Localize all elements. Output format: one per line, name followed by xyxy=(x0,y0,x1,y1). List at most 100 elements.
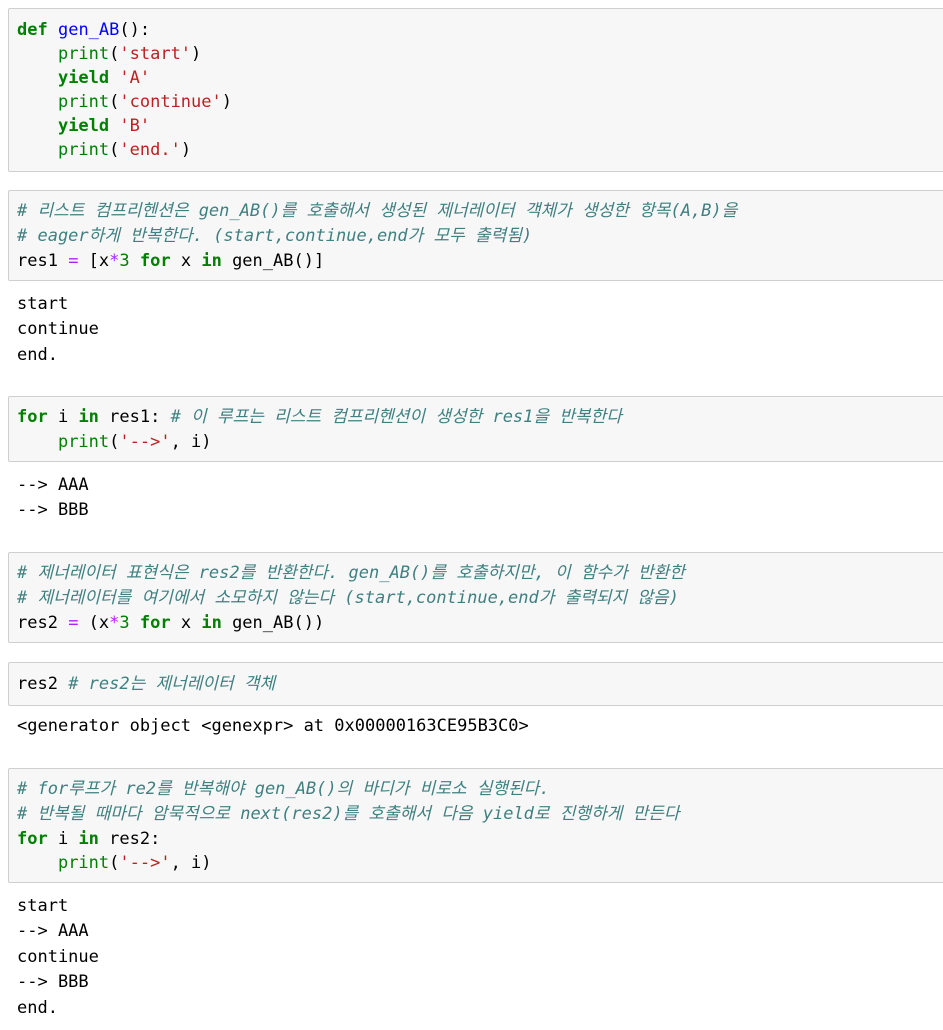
code-token: # res2는 제너레이터 객체 xyxy=(68,674,276,694)
code-token: # 반복될 때마다 암묵적으로 next(res2)를 호출해서 다음 yiel… xyxy=(17,804,680,824)
code-token: for xyxy=(139,613,171,633)
code-token: gen_AB()] xyxy=(221,251,325,271)
code-token: i xyxy=(47,829,79,849)
output-line: end. xyxy=(17,998,58,1018)
code-token: def xyxy=(17,20,48,40)
output-line: --> BBB xyxy=(17,500,89,520)
code-line: print('end.') xyxy=(17,138,191,162)
code-token: res1 xyxy=(17,251,69,271)
code-cell[interactable]: # for루프가 re2를 반복해야 gen_AB()의 바디가 비로소 실행된… xyxy=(8,768,943,883)
code-token: = xyxy=(68,613,79,633)
code-token: x xyxy=(170,251,202,271)
code-line: yield 'B' xyxy=(17,114,150,138)
code-token: gen_AB xyxy=(57,20,120,40)
code-token: print xyxy=(57,853,110,873)
code-token: gen_AB()) xyxy=(221,613,325,633)
code-token: x xyxy=(170,613,202,633)
code-token: res2: xyxy=(98,829,161,849)
code-token: 3 xyxy=(119,251,130,271)
code-token: ( xyxy=(109,140,120,160)
code-token: print xyxy=(57,432,110,452)
code-line: print('-->', i) xyxy=(17,851,212,875)
code-token: # 제너레이터 표현식은 res2를 반환한다. gen_AB()를 호출하지만… xyxy=(17,563,685,583)
code-line: for i in res2: xyxy=(17,827,160,851)
code-token: print xyxy=(57,92,110,112)
code-token: 'end.' xyxy=(119,140,181,160)
output-line: end. xyxy=(17,345,58,365)
code-line: res2 = (x*3 for x in gen_AB()) xyxy=(17,611,324,635)
code-token: 3 xyxy=(119,613,130,633)
code-token: 'B' xyxy=(119,116,151,136)
code-token: = xyxy=(68,251,79,271)
code-cell[interactable]: res2 # res2는 제너레이터 객체 xyxy=(8,662,943,706)
code-token: in xyxy=(201,613,222,633)
code-token: in xyxy=(201,251,222,271)
code-token: res2 xyxy=(17,613,69,633)
code-token: res2 xyxy=(17,674,69,694)
output-line: --> BBB xyxy=(17,972,89,992)
output-line: continue xyxy=(17,947,99,967)
code-token: [x xyxy=(78,251,110,271)
output-line: continue xyxy=(17,319,99,339)
code-token: # for루프가 re2를 반복해야 gen_AB()의 바디가 비로소 실행된… xyxy=(17,779,550,799)
code-token: ( xyxy=(109,44,120,64)
code-cell[interactable]: def gen_AB(): print('start') yield 'A' p… xyxy=(8,8,943,172)
code-token: ( xyxy=(109,92,120,112)
code-cell[interactable]: # 리스트 컴프리헨션은 gen_AB()를 호출해서 생성된 제너레이터 객체… xyxy=(8,190,943,281)
code-token: ( xyxy=(109,853,120,873)
code-token: ) xyxy=(191,44,202,64)
code-token: # eager하게 반복한다. (start,continue,end가 모두 … xyxy=(17,226,533,246)
output-line: start xyxy=(17,896,69,916)
code-line: # eager하게 반복한다. (start,continue,end가 모두 … xyxy=(17,224,532,248)
code-token: 'A' xyxy=(119,68,151,88)
code-token: ) xyxy=(221,92,232,112)
code-line: # for루프가 re2를 반복해야 gen_AB()의 바디가 비로소 실행된… xyxy=(17,777,550,801)
code-token: for xyxy=(17,407,48,427)
code-line: print('continue') xyxy=(17,90,232,114)
code-token: # 제너레이터를 여기에서 소모하지 않는다 (start,continue,e… xyxy=(17,588,679,608)
code-token: i xyxy=(47,407,79,427)
code-token: print xyxy=(57,44,110,64)
output-line: start xyxy=(17,294,69,314)
code-token: print xyxy=(57,140,110,160)
code-token: res1: xyxy=(98,407,171,427)
code-token: for xyxy=(17,829,48,849)
code-line: res1 = [x*3 for x in gen_AB()] xyxy=(17,249,324,273)
code-token: ( xyxy=(109,432,120,452)
code-token: '-->' xyxy=(119,432,171,452)
code-token: in xyxy=(78,829,99,849)
code-token: ) xyxy=(180,140,192,160)
code-line: print('-->', i) xyxy=(17,430,212,454)
code-line: def gen_AB(): xyxy=(17,18,150,42)
code-token: (): xyxy=(119,20,151,40)
code-token: , i) xyxy=(170,853,212,873)
code-token: 'start' xyxy=(119,44,192,64)
code-token: # 리스트 컴프리헨션은 gen_AB()를 호출해서 생성된 제너레이터 객체… xyxy=(17,201,738,221)
code-line: # 제너레이터 표현식은 res2를 반환한다. gen_AB()를 호출하지만… xyxy=(17,561,685,585)
output-line: <generator object <genexpr> at 0x0000016… xyxy=(17,716,529,736)
code-token: yield xyxy=(57,68,110,88)
code-line: yield 'A' xyxy=(17,66,150,90)
output-line: --> AAA xyxy=(17,475,89,495)
code-token: (x xyxy=(78,613,110,633)
code-cell[interactable]: for i in res1: # 이 루프는 리스트 컴프리헨션이 생성한 re… xyxy=(8,396,943,462)
code-cell[interactable]: # 제너레이터 표현식은 res2를 반환한다. gen_AB()를 호출하지만… xyxy=(8,552,943,643)
code-token: 'continue' xyxy=(119,92,222,112)
code-line: # 반복될 때마다 암묵적으로 next(res2)를 호출해서 다음 yiel… xyxy=(17,802,680,826)
code-token: # 이 루프는 리스트 컴프리헨션이 생성한 res1을 반복한다 xyxy=(170,407,622,427)
code-line: res2 # res2는 제너레이터 객체 xyxy=(17,672,275,696)
code-token: in xyxy=(78,407,99,427)
code-token: * xyxy=(109,251,120,271)
code-token: * xyxy=(109,613,120,633)
